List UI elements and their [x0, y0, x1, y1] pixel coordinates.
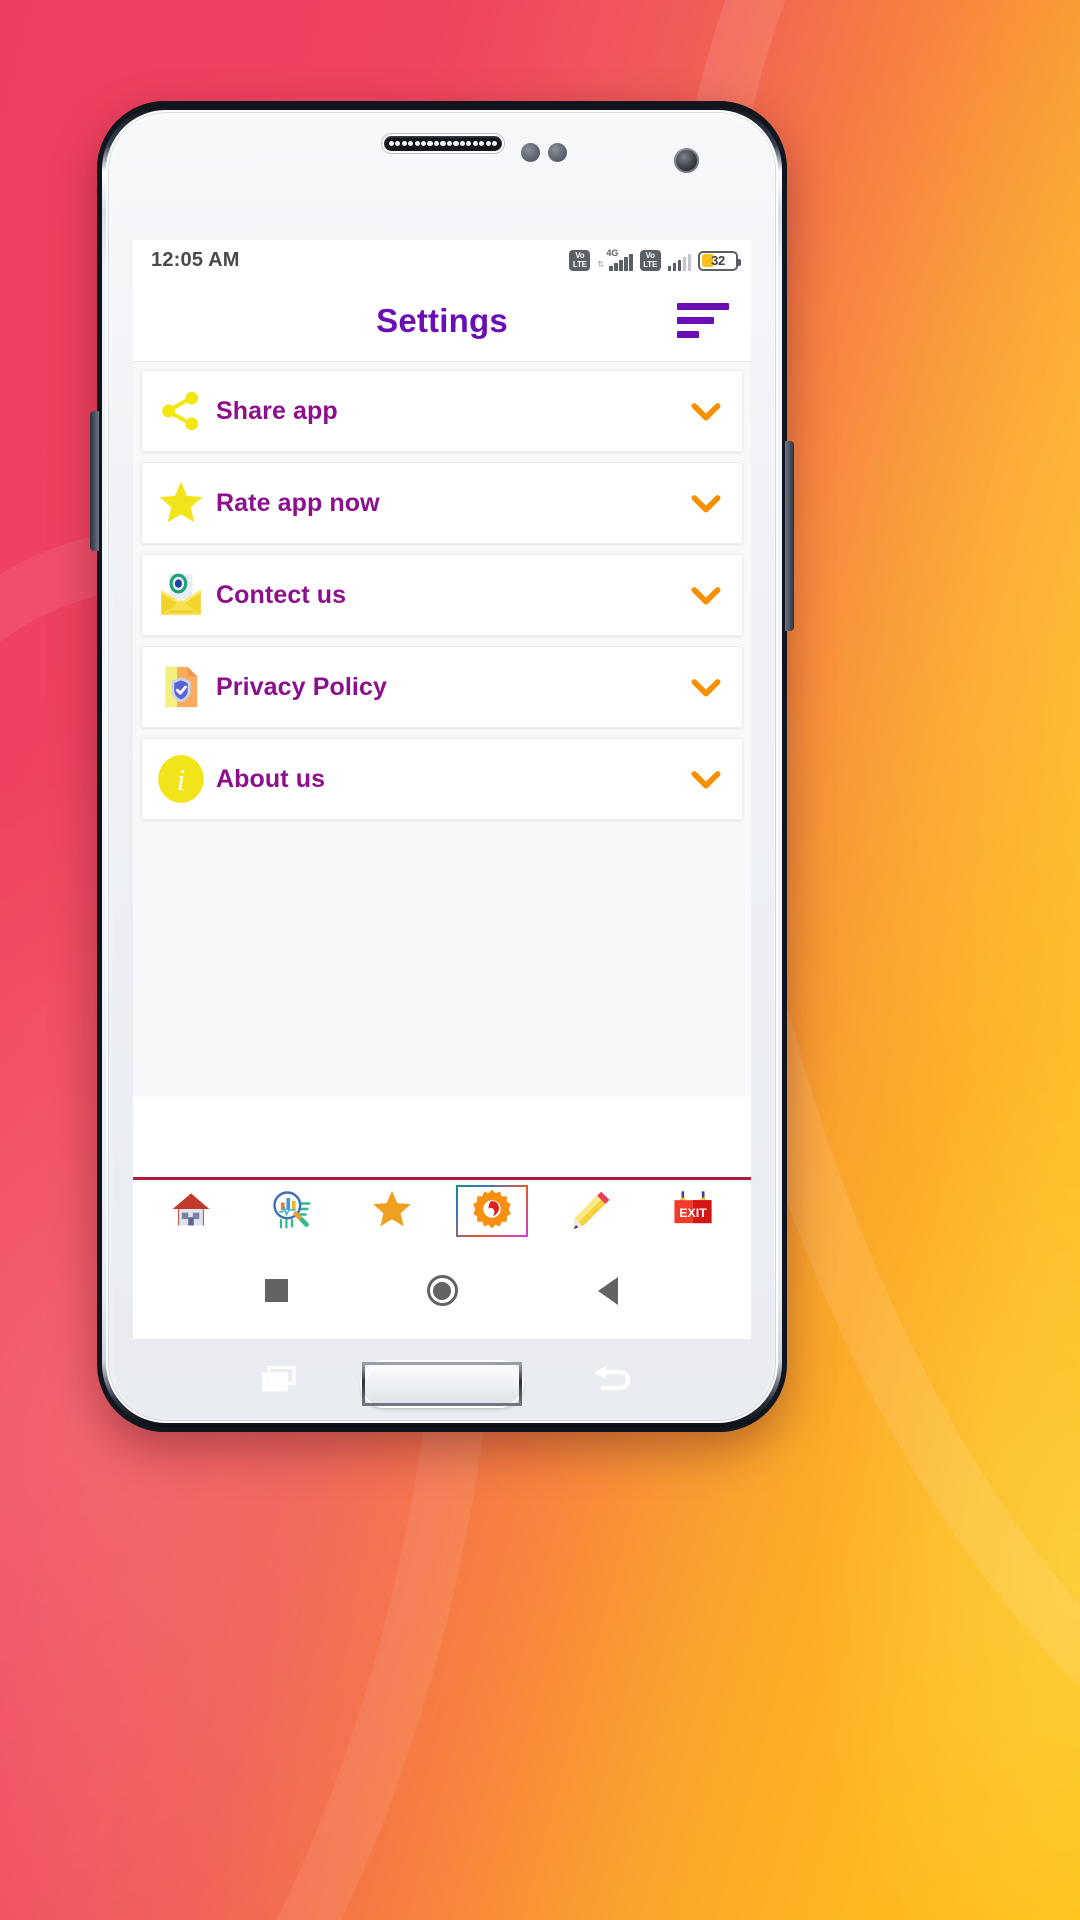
nav-exit-button[interactable]: EXIT	[657, 1185, 729, 1237]
battery-icon: 32	[698, 250, 741, 271]
back-button[interactable]	[580, 1263, 636, 1319]
power-button[interactable]	[785, 441, 794, 631]
gear-icon	[471, 1188, 513, 1235]
info-circle-icon: i	[154, 752, 208, 806]
square-icon	[264, 1279, 288, 1302]
network-type-label: 4G	[606, 247, 619, 258]
page-title: Settings	[376, 301, 508, 339]
bottom-navigation-bar: EXIT	[133, 1177, 751, 1242]
list-item-label: Contect us	[216, 580, 347, 609]
chevron-down-icon[interactable]	[686, 759, 726, 799]
settings-list: Share app Rate app now Contect us Privac…	[133, 362, 751, 1097]
android-navigation-bar	[133, 1242, 751, 1339]
sort-menu-icon[interactable]	[677, 301, 729, 341]
chevron-down-icon[interactable]	[686, 667, 726, 707]
light-sensor-icon	[548, 143, 567, 162]
volume-button[interactable]	[90, 411, 99, 551]
phone-screen: 12:05 AM Vo LTE 4G ⇅ Vo LTE 32 Settings …	[133, 240, 751, 1339]
chevron-down-icon[interactable]	[686, 483, 726, 523]
status-bar: 12:05 AM Vo LTE 4G ⇅ Vo LTE 32	[133, 240, 751, 280]
battery-percent: 32	[711, 253, 725, 268]
status-icons: Vo LTE 4G ⇅ Vo LTE 32	[569, 247, 741, 271]
phone-mockup: 12:05 AM Vo LTE 4G ⇅ Vo LTE 32 Settings …	[90, 101, 794, 1432]
nav-edit-button[interactable]	[556, 1185, 628, 1237]
home-icon	[169, 1187, 213, 1236]
signal-icon-sim1: 4G ⇅	[597, 247, 633, 271]
svg-text:i: i	[177, 763, 185, 797]
front-camera-icon	[674, 148, 699, 173]
list-item-contact-us[interactable]: Contect us	[141, 554, 743, 636]
speaker-grille-icon	[384, 136, 502, 151]
chevron-down-icon[interactable]	[686, 391, 726, 431]
home-button-hardware[interactable]	[362, 1362, 522, 1406]
exit-icon: EXIT	[670, 1188, 716, 1235]
svg-text:EXIT: EXIT	[679, 1205, 707, 1219]
signal-icon-sim2	[667, 250, 691, 271]
nav-favorites-button[interactable]	[356, 1185, 428, 1237]
analyze-icon	[269, 1187, 313, 1236]
nav-home-button[interactable]	[155, 1185, 227, 1237]
pencil-icon	[570, 1187, 614, 1236]
back-softkey-icon[interactable]	[593, 1364, 635, 1394]
volte-icon-sim2: Vo LTE	[639, 249, 661, 271]
star-icon	[370, 1187, 414, 1236]
list-item-label: Share app	[216, 396, 338, 425]
list-item-label: About us	[216, 764, 326, 793]
volte-icon-sim1: Vo LTE	[569, 249, 591, 271]
recents-softkey-icon[interactable]	[262, 1366, 296, 1392]
triangle-icon	[598, 1276, 618, 1305]
nav-settings-button[interactable]	[456, 1185, 529, 1237]
proximity-sensor-icon	[521, 143, 540, 162]
list-item-rate-app-now[interactable]: Rate app now	[141, 462, 743, 544]
list-item-privacy-policy[interactable]: Privacy Policy	[141, 646, 743, 728]
share-icon	[154, 384, 208, 438]
status-time: 12:05 AM	[151, 248, 240, 271]
app-bar: Settings	[133, 280, 751, 362]
nav-analyze-button[interactable]	[255, 1185, 327, 1237]
shield-document-icon	[154, 660, 208, 714]
star-icon	[154, 476, 208, 530]
list-item-label: Rate app now	[216, 488, 380, 517]
envelope-mail-icon	[154, 568, 208, 622]
data-activity-icon: ⇅	[597, 259, 604, 269]
list-item-about-us[interactable]: i About us	[141, 738, 743, 820]
list-item-share-app[interactable]: Share app	[141, 370, 743, 452]
list-item-label: Privacy Policy	[216, 672, 387, 701]
home-button[interactable]	[414, 1263, 470, 1319]
circle-icon	[426, 1275, 458, 1306]
chevron-down-icon[interactable]	[686, 575, 726, 615]
recents-button[interactable]	[248, 1263, 304, 1319]
